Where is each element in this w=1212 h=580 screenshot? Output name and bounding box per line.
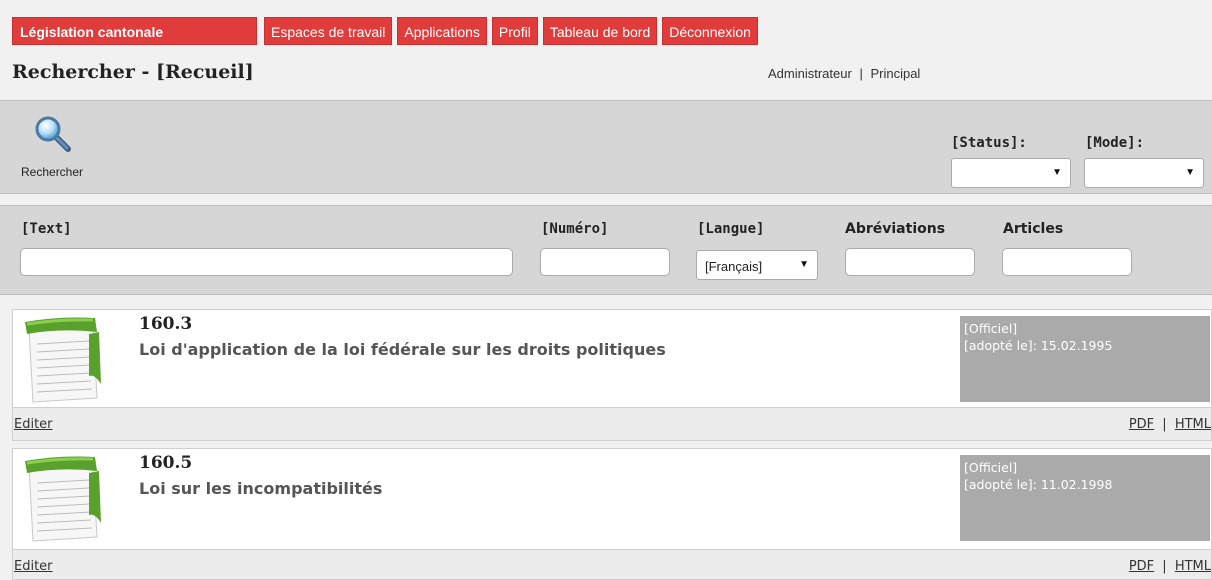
adopted-date: 11.02.1998 bbox=[1040, 477, 1113, 492]
html-link[interactable]: HTML bbox=[1175, 559, 1211, 574]
mode-select[interactable]: ▼ bbox=[1084, 158, 1204, 188]
abreviations-label: Abréviations bbox=[845, 221, 946, 237]
search-button-label: Rechercher bbox=[21, 165, 84, 179]
abreviations-input[interactable] bbox=[845, 248, 975, 276]
result-footer: Editer PDF | HTML bbox=[13, 407, 1211, 440]
links-separator: | bbox=[1162, 559, 1167, 574]
search-filters: [Text] [Numéro] [Langue] [Français] ▼ Ab… bbox=[0, 205, 1212, 295]
adopted-line: [adopté le]: 15.02.1995 bbox=[964, 337, 1206, 354]
nav-deconnexion[interactable]: Déconnexion bbox=[662, 17, 758, 45]
nav-applications[interactable]: Applications bbox=[397, 17, 487, 45]
text-input[interactable] bbox=[20, 248, 513, 276]
numero-input[interactable] bbox=[540, 248, 670, 276]
pdf-link[interactable]: PDF bbox=[1129, 417, 1154, 432]
html-link[interactable]: HTML bbox=[1175, 417, 1211, 432]
result-card: 160.3 Loi d'application de la loi fédéra… bbox=[12, 309, 1212, 441]
document-icon bbox=[25, 456, 101, 542]
chevron-down-icon: ▼ bbox=[1185, 167, 1195, 178]
chevron-down-icon: ▼ bbox=[1052, 167, 1062, 178]
result-footer: Editer PDF | HTML bbox=[13, 549, 1211, 579]
nav-profil[interactable]: Profil bbox=[491, 17, 538, 45]
format-links: PDF | HTML bbox=[1129, 559, 1211, 574]
adopted-line: [adopté le]: 11.02.1998 bbox=[964, 476, 1206, 493]
result-title[interactable]: Loi d'application de la loi fédérale sur… bbox=[139, 340, 666, 359]
edit-link[interactable]: Editer bbox=[14, 417, 53, 432]
langue-label: [Langue] bbox=[697, 221, 765, 237]
top-navigation: Législation cantonale Espaces de travail… bbox=[12, 17, 758, 45]
articles-label: Articles bbox=[1003, 221, 1064, 237]
user-role-link[interactable]: Administrateur bbox=[768, 66, 852, 81]
pdf-link[interactable]: PDF bbox=[1129, 559, 1154, 574]
adopted-label: [adopté le]: bbox=[964, 338, 1041, 353]
result-title[interactable]: Loi sur les incompatibilités bbox=[139, 479, 382, 498]
result-card: 160.5 Loi sur les incompatibilités [Offi… bbox=[12, 448, 1212, 580]
numero-label: [Numéro] bbox=[541, 221, 609, 237]
adopted-label: [adopté le]: bbox=[964, 477, 1041, 492]
text-label: [Text] bbox=[21, 221, 72, 237]
langue-select-value: [Français] bbox=[705, 259, 763, 274]
result-number: 160.3 bbox=[139, 314, 193, 334]
result-number: 160.5 bbox=[139, 453, 193, 473]
mode-label: [Mode]: bbox=[1085, 135, 1145, 151]
edit-link[interactable]: Editer bbox=[14, 559, 53, 574]
nav-espaces-de-travail[interactable]: Espaces de travail bbox=[264, 17, 393, 45]
user-info-separator: | bbox=[859, 66, 863, 81]
search-button[interactable]: Rechercher bbox=[17, 113, 97, 183]
adopted-date: 15.02.1995 bbox=[1040, 338, 1113, 353]
status-box: [Officiel] [adopté le]: 11.02.1998 bbox=[960, 455, 1210, 541]
status-label: [Status]: bbox=[951, 135, 1027, 151]
document-icon bbox=[25, 317, 101, 403]
format-links: PDF | HTML bbox=[1129, 417, 1211, 432]
user-context-link[interactable]: Principal bbox=[870, 66, 920, 81]
links-separator: | bbox=[1162, 417, 1167, 432]
articles-input[interactable] bbox=[1002, 248, 1132, 276]
status-select[interactable]: ▼ bbox=[951, 158, 1071, 188]
langue-select[interactable]: [Français] ▼ bbox=[696, 250, 818, 280]
user-info: Administrateur | Principal bbox=[768, 66, 920, 81]
magnifier-icon bbox=[35, 116, 71, 152]
nav-tableau-de-bord[interactable]: Tableau de bord bbox=[542, 17, 658, 45]
status-box: [Officiel] [adopté le]: 15.02.1995 bbox=[960, 316, 1210, 402]
status-text: [Officiel] bbox=[964, 460, 1018, 475]
chevron-down-icon: ▼ bbox=[799, 259, 809, 270]
page-title: Rechercher - [Recueil] bbox=[12, 61, 254, 83]
toolbar: Rechercher [Status]: ▼ [Mode]: ▼ bbox=[0, 100, 1212, 194]
nav-legislation-cantonale[interactable]: Législation cantonale bbox=[12, 17, 257, 45]
status-text: [Officiel] bbox=[964, 321, 1018, 336]
